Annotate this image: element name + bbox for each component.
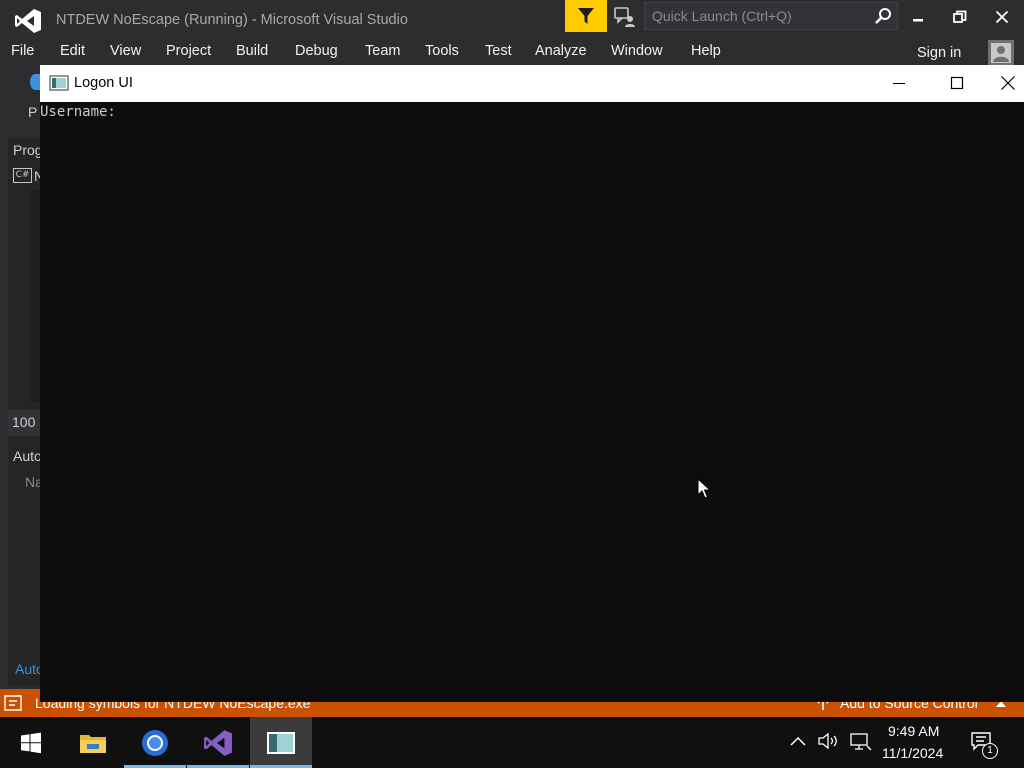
folder-icon (80, 734, 106, 753)
name-column-fragment: Na (25, 474, 40, 490)
start-button[interactable] (0, 717, 62, 768)
console-close-button[interactable] (992, 67, 1024, 99)
panel-header-fragment: Prog (13, 142, 40, 158)
feedback-filter-button[interactable] (565, 0, 607, 32)
autos-tab-fragment[interactable]: Auto (15, 661, 40, 677)
menu-edit[interactable]: Edit (60, 43, 85, 59)
vs-menu-bar: File Edit View Project Build Debug Team … (0, 40, 1024, 64)
vs-restore-button[interactable] (940, 2, 980, 32)
quick-launch-box[interactable] (644, 2, 898, 30)
menu-analyze[interactable]: Analyze (535, 43, 587, 59)
visual-studio-icon (204, 729, 232, 756)
quick-launch-input[interactable] (645, 3, 873, 29)
autos-header-fragment: Auto (13, 448, 40, 464)
windows-taskbar (0, 717, 1024, 768)
csharp-project-icon: C# (13, 168, 32, 183)
taskbar-clock-time[interactable]: 9:49 AM (888, 723, 939, 739)
menu-project[interactable]: Project (166, 43, 211, 59)
console-minimize-button[interactable] (876, 67, 922, 99)
minimize-icon (893, 83, 905, 84)
taskbar-logon-ui-console[interactable] (250, 717, 312, 768)
send-feedback-icon[interactable] (612, 4, 636, 28)
minimize-icon (913, 19, 923, 22)
menu-build[interactable]: Build (236, 43, 268, 59)
visual-studio-logo-icon (15, 9, 41, 33)
close-icon (1001, 76, 1015, 90)
menu-tools[interactable]: Tools (425, 43, 459, 59)
output-status-icon (4, 695, 22, 711)
mouse-pointer-icon (697, 478, 711, 499)
network-icon[interactable] (848, 732, 872, 752)
window-title: NTDEW NoEscape (Running) - Microsoft Vis… (56, 12, 408, 28)
restore-icon (953, 10, 967, 23)
zoom-level[interactable]: 100 (12, 414, 40, 430)
search-icon[interactable] (874, 7, 892, 25)
menu-view[interactable]: View (110, 43, 141, 59)
menu-window[interactable]: Window (611, 43, 663, 59)
menu-team[interactable]: Team (365, 43, 400, 59)
chevron-up-icon[interactable] (790, 735, 806, 747)
menu-debug[interactable]: Debug (295, 43, 338, 59)
maximize-icon (950, 76, 964, 90)
console-title-bar[interactable]: Logon UI (40, 65, 1024, 102)
console-maximize-button[interactable] (934, 67, 980, 99)
console-app-icon (267, 731, 295, 754)
windows-logo-icon (21, 732, 41, 753)
taskbar-visual-studio[interactable] (187, 717, 249, 768)
menu-file[interactable]: File (11, 43, 34, 59)
console-output-text[interactable]: Username: (40, 104, 116, 120)
console-title: Logon UI (74, 75, 133, 91)
menu-test[interactable]: Test (485, 43, 512, 59)
account-avatar-icon[interactable] (988, 40, 1014, 66)
vs-title-bar: NTDEW NoEscape (Running) - Microsoft Vis… (0, 0, 1024, 40)
logon-ui-console-window[interactable]: Logon UI Username: (40, 65, 1024, 702)
chrome-icon (142, 729, 168, 756)
vs-minimize-button[interactable] (898, 2, 938, 32)
console-app-icon (49, 75, 69, 91)
taskbar-file-explorer[interactable] (62, 717, 124, 768)
user-icon (991, 43, 1011, 63)
taskbar-clock-date[interactable]: 11/1/2024 (882, 745, 943, 761)
action-center-button[interactable]: 1 (970, 731, 998, 759)
notification-count-badge: 1 (982, 743, 998, 759)
toolbar-fragment-icon (30, 74, 40, 90)
panel-content-area (30, 190, 40, 402)
menu-help[interactable]: Help (691, 43, 721, 59)
vs-close-button[interactable] (982, 2, 1022, 32)
filter-icon (578, 8, 594, 24)
sign-in-link[interactable]: Sign in (917, 45, 961, 61)
toolbar-fragment-text: P (28, 104, 38, 120)
volume-icon[interactable] (818, 732, 840, 750)
close-icon (995, 10, 1009, 24)
taskbar-chrome[interactable] (124, 717, 186, 768)
